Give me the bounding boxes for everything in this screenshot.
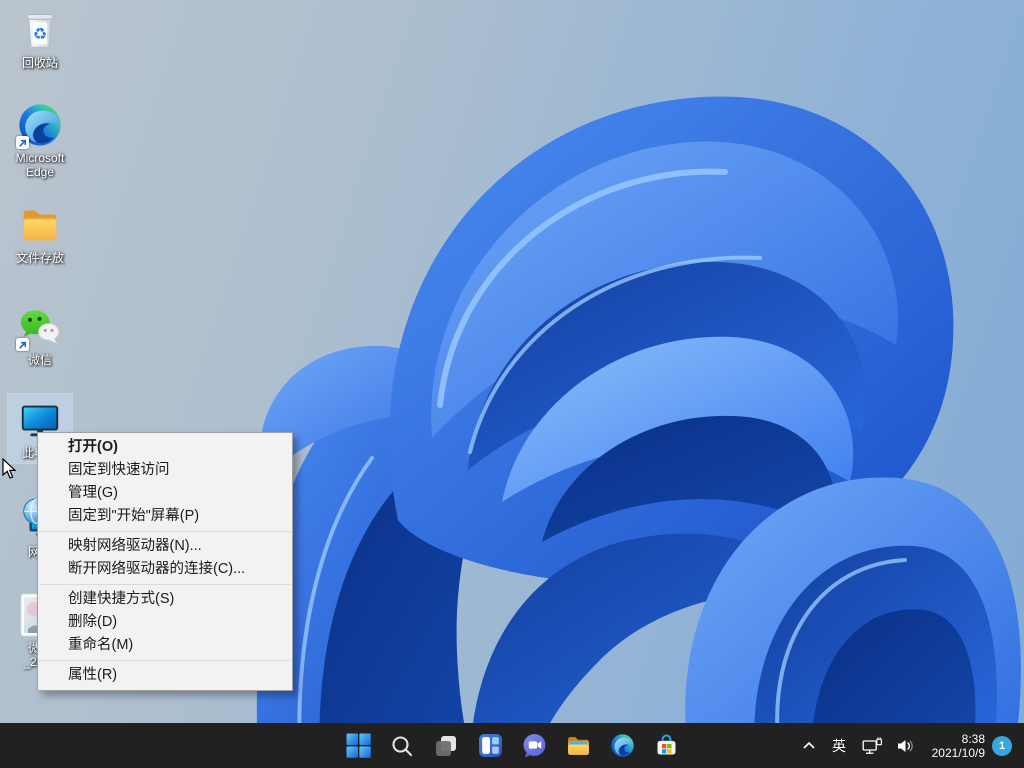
wechat-icon xyxy=(16,303,64,351)
clock[interactable]: 8:38 2021/10/9 xyxy=(925,732,985,760)
menu-item-pin-quick-access[interactable]: 固定到快速访问 xyxy=(38,459,292,482)
start-button[interactable] xyxy=(338,726,378,766)
shortcut-arrow-icon xyxy=(16,136,29,149)
svg-text:♻: ♻ xyxy=(33,25,48,44)
desktop-icon-label: 回收站 xyxy=(22,56,58,70)
clock-time: 8:38 xyxy=(925,732,985,746)
store-icon xyxy=(654,733,679,758)
folder-icon xyxy=(16,201,64,249)
menu-item-pin-start[interactable]: 固定到"开始"屏幕(P) xyxy=(38,505,292,528)
edge-icon xyxy=(16,101,64,149)
menu-item-manage[interactable]: 管理(G) xyxy=(38,482,292,505)
taskbar-center-icons xyxy=(338,723,686,768)
speaker-volume-icon xyxy=(896,737,915,755)
ethernet-network-icon xyxy=(862,737,883,755)
menu-separator xyxy=(39,531,291,532)
volume-tray-button[interactable] xyxy=(893,728,918,764)
system-tray: 英 8:38 2021/10 xyxy=(799,723,1012,768)
widgets-icon xyxy=(478,733,503,758)
widgets-button[interactable] xyxy=(470,726,510,766)
recycle-bin-icon: ♻ xyxy=(16,6,64,54)
notification-badge[interactable]: 1 xyxy=(992,736,1012,756)
desktop-icon-file-folder[interactable]: 文件存放 xyxy=(8,199,72,268)
network-tray-button[interactable] xyxy=(859,728,886,764)
menu-item-properties[interactable]: 属性(R) xyxy=(38,664,292,687)
desktop-screen: ♻ 回收站 Microsoft Edge 文件存放 xyxy=(0,0,1024,768)
store-button[interactable] xyxy=(646,726,686,766)
desktop-icon-edge[interactable]: Microsoft Edge xyxy=(8,99,72,182)
desktop-icon-label: 微信 xyxy=(28,353,52,367)
task-view-icon xyxy=(434,734,458,758)
edge-button[interactable] xyxy=(602,726,642,766)
chat-button[interactable] xyxy=(514,726,554,766)
shortcut-arrow-icon xyxy=(16,338,29,351)
desktop-icon-wechat[interactable]: 微信 xyxy=(8,301,72,370)
search-icon xyxy=(390,734,414,758)
search-button[interactable] xyxy=(382,726,422,766)
desktop-icon-label: 文件存放 xyxy=(16,251,64,265)
menu-item-delete[interactable]: 删除(D) xyxy=(38,611,292,634)
menu-item-create-shortcut[interactable]: 创建快捷方式(S) xyxy=(38,588,292,611)
ime-indicator[interactable]: 英 xyxy=(826,728,852,764)
menu-item-map-network-drive[interactable]: 映射网络驱动器(N)... xyxy=(38,535,292,558)
chat-icon xyxy=(522,733,547,758)
menu-item-open[interactable]: 打开(O) xyxy=(38,436,292,459)
file-explorer-button[interactable] xyxy=(558,726,598,766)
edge-icon xyxy=(610,733,635,758)
taskbar: 英 8:38 2021/10 xyxy=(0,723,1024,768)
file-explorer-icon xyxy=(566,733,591,758)
desktop-icon-label: Microsoft Edge xyxy=(8,151,72,179)
menu-item-rename[interactable]: 重命名(M) xyxy=(38,634,292,657)
hidden-icons-button[interactable] xyxy=(799,728,819,764)
desktop-icon-recycle-bin[interactable]: ♻ 回收站 xyxy=(8,4,72,73)
windows-start-icon xyxy=(346,733,371,758)
menu-separator xyxy=(39,660,291,661)
clock-date: 2021/10/9 xyxy=(925,746,985,760)
menu-separator xyxy=(39,584,291,585)
mouse-cursor xyxy=(1,458,21,480)
task-view-button[interactable] xyxy=(426,726,466,766)
context-menu: 打开(O) 固定到快速访问 管理(G) 固定到"开始"屏幕(P) 映射网络驱动器… xyxy=(37,432,293,691)
menu-item-disconnect-network-drive[interactable]: 断开网络驱动器的连接(C)... xyxy=(38,558,292,581)
chevron-up-icon xyxy=(802,739,816,753)
